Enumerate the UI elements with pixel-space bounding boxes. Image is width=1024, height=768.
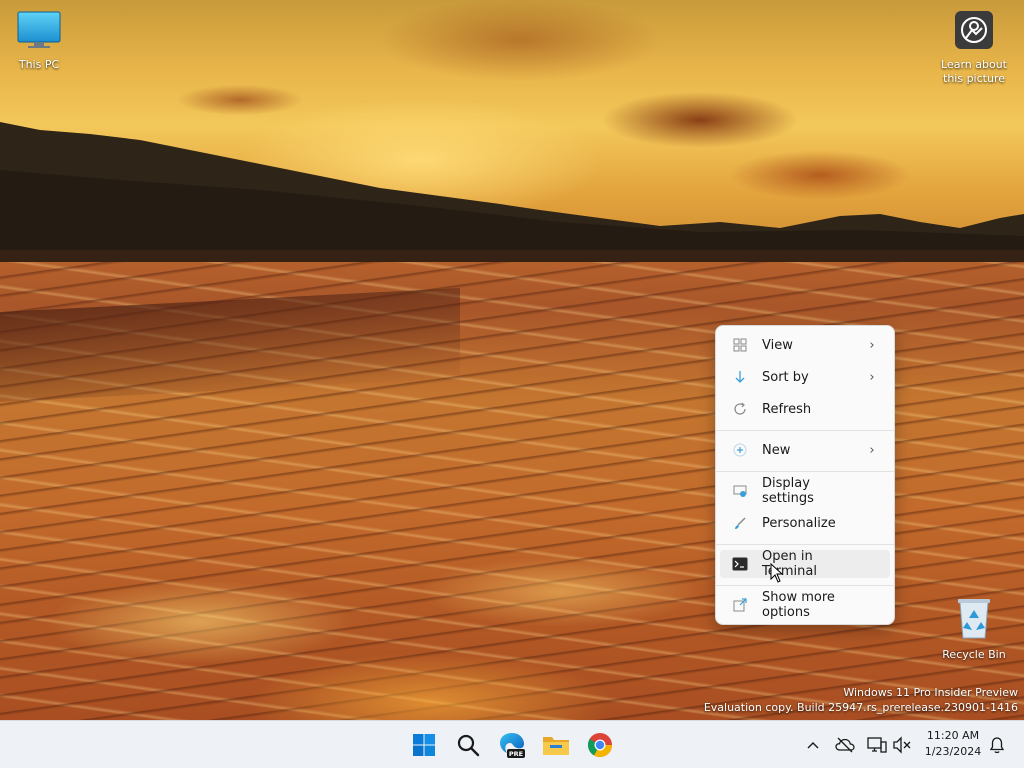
chevron-right-icon: › (869, 442, 875, 458)
menu-item-sort-by[interactable]: Sort by › (720, 363, 890, 391)
menu-item-open-in-terminal[interactable]: Open in Terminal (720, 549, 890, 579)
network-icon (867, 737, 887, 753)
menu-item-display-settings[interactable]: Display settings (720, 476, 890, 506)
desktop-context-menu: View › Sort by › Refresh New › Display s… (715, 325, 895, 625)
watermark-line-1: Windows 11 Pro Insider Preview (843, 686, 1018, 699)
desktop-icon-label: Learn about this picture (941, 58, 1007, 85)
menu-separator (716, 544, 894, 545)
desktop-icon-label: Recycle Bin (942, 648, 1006, 661)
notifications-button[interactable] (985, 733, 1009, 757)
menu-item-label: Sort by (762, 369, 809, 385)
refresh-icon (732, 401, 748, 417)
build-watermark: Windows 11 Pro Insider Preview Evaluatio… (704, 685, 1018, 715)
cloud-off-icon (835, 737, 855, 753)
display-settings-icon (732, 483, 748, 499)
menu-item-refresh[interactable]: Refresh (720, 395, 890, 423)
chevron-up-icon (807, 742, 819, 749)
windows-logo-icon (413, 734, 435, 756)
edge-pre-badge: PRE (509, 750, 523, 758)
bell-icon (989, 737, 1005, 754)
onedrive-button[interactable] (833, 733, 857, 757)
desktop-icon-label: This PC (18, 58, 60, 71)
computer-icon (17, 11, 61, 48)
sort-icon (732, 369, 748, 385)
recycle-bin-icon (958, 599, 990, 639)
menu-item-new[interactable]: New › (720, 436, 890, 464)
search-icon (457, 734, 480, 757)
network-button[interactable] (865, 733, 889, 757)
menu-item-personalize[interactable]: Personalize (720, 509, 890, 537)
edge-pre-icon: PRE (500, 733, 525, 758)
menu-item-label: Personalize (762, 515, 836, 531)
chrome-icon (587, 733, 612, 758)
terminal-icon (732, 556, 748, 572)
chevron-right-icon: › (869, 369, 875, 385)
menu-separator (716, 471, 894, 472)
file-explorer-button[interactable] (538, 727, 574, 763)
chevron-right-icon: › (869, 337, 875, 353)
view-grid-icon (732, 337, 748, 353)
desktop-wallpaper[interactable]: This PC Learn about this picture Recycle… (0, 0, 1024, 720)
mouse-cursor-icon (770, 563, 784, 583)
menu-item-show-more-options[interactable]: Show more options (720, 590, 890, 620)
system-clock[interactable]: 11:20 AM 1/23/2024 (918, 728, 988, 760)
external-icon (732, 597, 748, 613)
desktop-icon-learn-about-picture[interactable]: Learn about this picture (937, 10, 1011, 86)
menu-item-label: New (762, 442, 791, 458)
plus-icon (732, 442, 748, 458)
menu-item-label: View (762, 337, 793, 353)
menu-item-label: Refresh (762, 401, 812, 417)
menu-separator (716, 585, 894, 586)
speaker-muted-icon (893, 736, 911, 754)
folder-icon (543, 737, 569, 755)
menu-item-view[interactable]: View › (720, 331, 890, 359)
clock-time: 11:20 AM (926, 729, 980, 742)
taskbar: PRE 11:20 AM 1/23/2024 (0, 720, 1024, 768)
start-button[interactable] (406, 727, 442, 763)
wallpaper-hills (0, 122, 1024, 280)
desktop-icon-recycle-bin[interactable]: Recycle Bin (937, 596, 1011, 662)
menu-separator (716, 430, 894, 431)
watermark-line-2: Evaluation copy. Build 25947.rs_prerelea… (703, 701, 1018, 714)
menu-item-label: Display settings (762, 476, 814, 506)
edge-insider-button[interactable]: PRE (494, 727, 530, 763)
brush-icon (732, 515, 748, 531)
desktop-icon-this-pc[interactable]: This PC (2, 10, 76, 72)
show-hidden-icons-button[interactable] (801, 733, 825, 757)
menu-item-label: Show more options (762, 590, 835, 620)
volume-button[interactable] (890, 733, 914, 757)
clock-date: 1/23/2024 (924, 745, 982, 758)
chrome-button[interactable] (582, 727, 618, 763)
camera-icon (955, 11, 993, 49)
search-button[interactable] (450, 727, 486, 763)
